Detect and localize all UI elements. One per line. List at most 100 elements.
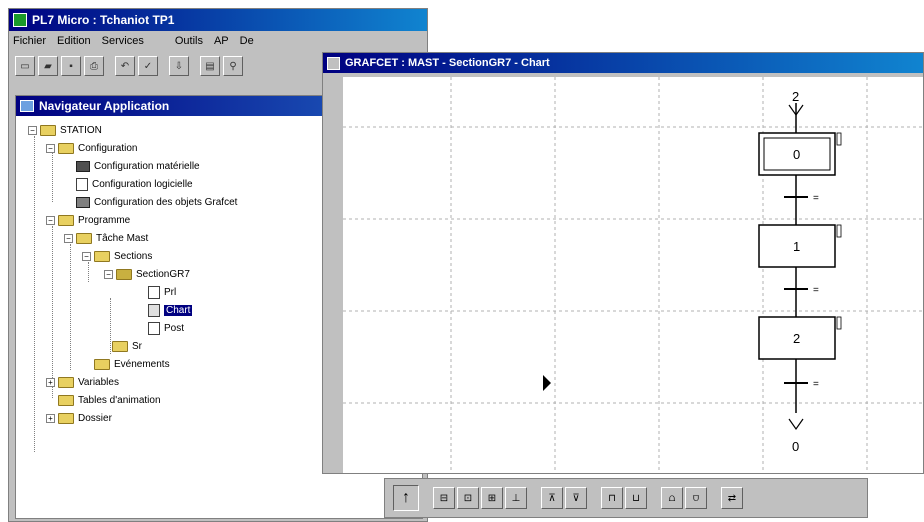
print-icon[interactable]: ⎙	[84, 56, 104, 76]
collapse-icon[interactable]: −	[64, 233, 73, 243]
tree-node-evenements[interactable]: Evénements	[94, 356, 170, 372]
jump-label-bottom: 0	[792, 439, 799, 454]
tree-node-tables-animation[interactable]: Tables d'animation	[58, 392, 161, 408]
folder-icon	[58, 412, 74, 424]
transition-tool-icon[interactable]: ⊥	[505, 487, 527, 509]
collapse-icon[interactable]: −	[82, 251, 91, 261]
tree-node-sr[interactable]: Sr	[112, 338, 142, 354]
step-transition-tool-icon[interactable]: ⊟	[433, 487, 455, 509]
step-tool-icon[interactable]: ⊡	[457, 487, 479, 509]
collapse-icon[interactable]: −	[46, 215, 55, 225]
tree-node-configuration[interactable]: − Configuration	[46, 140, 137, 156]
grafcet-transition[interactable]: =	[784, 193, 819, 204]
folder-icon	[58, 376, 74, 388]
grafcet-objects-icon	[76, 196, 90, 208]
tree-node-sectiongr7[interactable]: − SectionGR7	[104, 266, 190, 282]
divergence-and-tool-icon[interactable]: ⩍	[661, 487, 683, 509]
menu-debug[interactable]: De	[240, 35, 254, 47]
tree-node-prl[interactable]: Prl	[148, 284, 176, 300]
grafcet-title: GRAFCET : MAST - SectionGR7 - Chart	[345, 57, 550, 69]
page-icon	[148, 285, 160, 299]
tree-line	[52, 226, 53, 398]
chart-icon	[148, 303, 160, 317]
window-icon[interactable]: ▤	[200, 56, 220, 76]
app-icon	[13, 13, 27, 27]
convergence-or-tool-icon[interactable]: ⊔	[625, 487, 647, 509]
tree-node-tache-mast[interactable]: − Tâche Mast	[64, 230, 148, 246]
tree-node-config-logicielle[interactable]: Configuration logicielle	[76, 176, 193, 192]
collapse-icon[interactable]: −	[46, 143, 55, 153]
page-icon	[148, 321, 160, 335]
collapse-icon[interactable]: −	[28, 125, 37, 135]
link-tool-icon[interactable]: ⇄	[721, 487, 743, 509]
jump-tool-icon[interactable]: ⊼	[541, 487, 563, 509]
tree-label: Prl	[164, 286, 177, 298]
tree-node-dossier[interactable]: + Dossier	[46, 410, 112, 426]
tree-label: Configuration	[78, 142, 138, 154]
validate-icon[interactable]: ✓	[138, 56, 158, 76]
menu-bar: Fichier Edition Services Outils AP De	[9, 31, 427, 51]
folder-icon	[94, 250, 110, 262]
expand-icon[interactable]: +	[46, 377, 55, 387]
step-number: 0	[793, 147, 800, 162]
tree-label: Programme	[78, 214, 131, 226]
tree-label: Tâche Mast	[96, 232, 149, 244]
tree-label: STATION	[60, 124, 102, 136]
tree-node-variables[interactable]: + Variables	[46, 374, 119, 390]
collapse-icon[interactable]: −	[104, 269, 113, 279]
jump-target-tool-icon[interactable]: ⊽	[565, 487, 587, 509]
tree-line	[70, 244, 71, 370]
grafcet-step-1[interactable]: 1	[758, 224, 842, 268]
step-number: 2	[793, 331, 800, 346]
menu-outils[interactable]: Outils	[175, 35, 203, 47]
grafcet-palette: ↑ ⊟ ⊡ ⊞ ⊥ ⊼ ⊽ ⊓ ⊔ ⩍ ⩌ ⇄	[384, 478, 868, 518]
tree-node-config-materielle[interactable]: Configuration matérielle	[76, 158, 200, 174]
menu-edition[interactable]: Edition	[57, 35, 91, 47]
grafcet-window: GRAFCET : MAST - SectionGR7 - Chart 2 0	[322, 52, 924, 474]
hardware-config-icon	[76, 160, 90, 172]
save-icon[interactable]: ▪	[61, 56, 81, 76]
software-config-icon	[76, 177, 88, 191]
tree-label: Sections	[114, 250, 153, 262]
menu-fichier[interactable]: Fichier	[13, 35, 46, 47]
undo-icon[interactable]: ↶	[115, 56, 135, 76]
menu-services[interactable]: Services	[102, 35, 144, 47]
tree-label: Sr	[132, 340, 142, 352]
expand-icon[interactable]: +	[46, 413, 55, 423]
convergence-and-tool-icon[interactable]: ⩌	[685, 487, 707, 509]
folder-icon	[58, 142, 74, 154]
step-action-icon	[836, 316, 842, 330]
binoculars-icon[interactable]: ⚲	[223, 56, 243, 76]
grafcet-step-2[interactable]: 2	[758, 316, 842, 360]
jump-arrow-icon	[788, 418, 804, 431]
grafcet-step-initial[interactable]: 0	[758, 132, 842, 176]
transfer-icon[interactable]: ⇩	[169, 56, 189, 76]
tree-label-selected: Chart	[164, 304, 193, 316]
grafcet-transition[interactable]: =	[784, 285, 819, 296]
grafcet-title-bar[interactable]: GRAFCET : MAST - SectionGR7 - Chart	[323, 53, 923, 73]
macro-step-tool-icon[interactable]: ⊞	[481, 487, 503, 509]
grafcet-diagram: 2 0 0 = 1 = 2 =	[343, 77, 923, 473]
folder-icon	[58, 394, 74, 406]
canvas-grid	[343, 77, 923, 473]
open-folder-icon[interactable]: ▰	[38, 56, 58, 76]
tree-node-sections[interactable]: − Sections	[82, 248, 152, 264]
mouse-cursor-icon	[543, 375, 551, 391]
tree-node-post[interactable]: Post	[148, 320, 184, 336]
grafcet-canvas[interactable]: 2 0 0 = 1 = 2 =	[343, 77, 923, 473]
tree-line	[34, 136, 35, 452]
tree-label: Tables d'animation	[78, 394, 161, 406]
grafcet-transition[interactable]: =	[784, 379, 819, 390]
navigator-title: Navigateur Application	[39, 99, 170, 113]
tree-node-programme[interactable]: − Programme	[46, 212, 130, 228]
pointer-tool-icon[interactable]: ↑	[393, 485, 419, 511]
tree-node-config-grafcet[interactable]: Configuration des objets Grafcet	[76, 194, 237, 210]
step-number: 1	[793, 239, 800, 254]
menu-ap[interactable]: AP	[214, 35, 229, 47]
app-title-bar[interactable]: PL7 Micro : Tchaniot TP1	[9, 9, 427, 31]
new-file-icon[interactable]: ▭	[15, 56, 35, 76]
divergence-or-tool-icon[interactable]: ⊓	[601, 487, 623, 509]
tree-label: Configuration matérielle	[94, 160, 200, 172]
tree-node-station[interactable]: − STATION	[28, 122, 102, 138]
tree-node-chart[interactable]: Chart	[148, 302, 193, 318]
